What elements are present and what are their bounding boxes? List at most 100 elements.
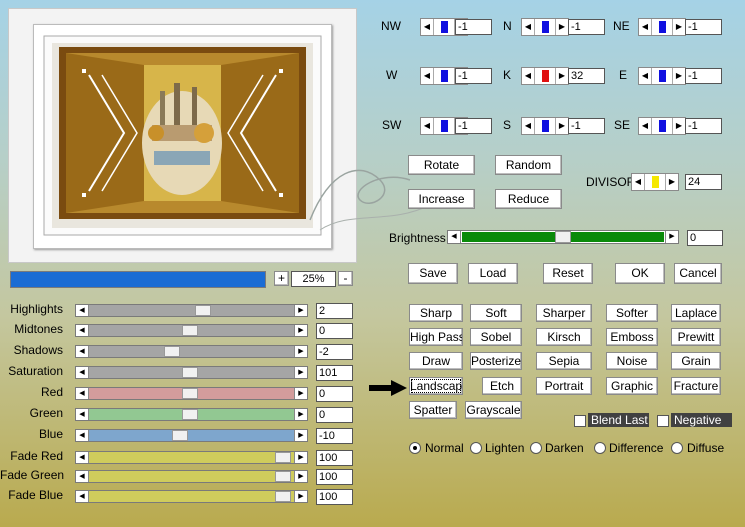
preset-kirsch-button[interactable]: Kirsch [536,328,592,346]
green-thumb[interactable] [182,409,198,420]
shadows-left-arrow-icon[interactable]: ◀ [76,346,89,357]
divisor-decrease-icon[interactable]: ◀ [632,174,645,190]
preset-noise-button[interactable]: Noise [606,352,658,370]
preset-sharper-button[interactable]: Sharper [536,304,592,322]
divisor-increase-icon[interactable]: ▶ [665,174,678,190]
increase-button[interactable]: Increase [408,189,475,209]
matrix-ne-thumb[interactable] [659,21,666,33]
brightness-right-arrow-icon[interactable]: ▶ [665,231,678,243]
negative-checkbox[interactable] [657,415,669,427]
matrix-se-thumb[interactable] [659,120,666,132]
preset-laplace-button[interactable]: Laplace [671,304,721,322]
matrix-e-field[interactable]: -1 [685,68,722,84]
preset-draw-button[interactable]: Draw [409,352,463,370]
matrix-ne-increase-icon[interactable]: ▶ [672,19,685,35]
blend-last-checkbox[interactable] [574,415,586,427]
green-field[interactable]: 0 [316,407,353,423]
fade-blue-field[interactable]: 100 [316,489,353,505]
fade-green-left-arrow-icon[interactable]: ◀ [76,471,89,482]
mode-diffuse-radio[interactable] [671,442,683,454]
red-field[interactable]: 0 [316,386,353,402]
preset-sharp-button[interactable]: Sharp [409,304,463,322]
blue-right-arrow-icon[interactable]: ▶ [294,430,307,441]
brightness-field[interactable]: 0 [687,230,723,246]
matrix-n-spinner[interactable]: ◀ ▶ [521,18,569,36]
matrix-sw-thumb[interactable] [441,120,448,132]
reduce-button[interactable]: Reduce [495,189,562,209]
fade-green-right-arrow-icon[interactable]: ▶ [294,471,307,482]
midtones-field[interactable]: 0 [316,323,353,339]
shadows-field[interactable]: -2 [316,344,353,360]
fade-blue-left-arrow-icon[interactable]: ◀ [76,491,89,502]
random-button[interactable]: Random [495,155,562,175]
preset-emboss-button[interactable]: Emboss [606,328,658,346]
matrix-w-thumb[interactable] [441,70,448,82]
matrix-se-increase-icon[interactable]: ▶ [672,118,685,134]
matrix-nw-thumb[interactable] [441,21,448,33]
ok-button[interactable]: OK [615,263,665,284]
shadows-thumb[interactable] [164,346,180,357]
shadows-right-arrow-icon[interactable]: ▶ [294,346,307,357]
preset-prewitt-button[interactable]: Prewitt [671,328,721,346]
brightness-slider[interactable]: ◀ ▶ [447,230,679,244]
fade-blue-slider[interactable]: ◀ ▶ [75,490,308,503]
blue-left-arrow-icon[interactable]: ◀ [76,430,89,441]
matrix-nw-decrease-icon[interactable]: ◀ [421,19,434,35]
mode-normal-radio[interactable] [409,442,421,454]
red-left-arrow-icon[interactable]: ◀ [76,388,89,399]
matrix-s-thumb[interactable] [542,120,549,132]
cancel-button[interactable]: Cancel [674,263,722,284]
matrix-k-thumb[interactable] [542,70,549,82]
preset-portrait-button[interactable]: Portrait [536,377,592,395]
highlights-thumb[interactable] [195,305,211,316]
matrix-ne-decrease-icon[interactable]: ◀ [639,19,652,35]
fade-blue-thumb[interactable] [275,491,291,502]
midtones-slider[interactable]: ◀ ▶ [75,324,308,337]
red-thumb[interactable] [182,388,198,399]
shadows-slider[interactable]: ◀ ▶ [75,345,308,358]
green-right-arrow-icon[interactable]: ▶ [294,409,307,420]
matrix-s-field[interactable]: -1 [568,118,605,134]
matrix-k-field[interactable]: 32 [568,68,605,84]
matrix-e-thumb[interactable] [659,70,666,82]
midtones-left-arrow-icon[interactable]: ◀ [76,325,89,336]
brightness-thumb[interactable] [555,231,571,243]
matrix-e-decrease-icon[interactable]: ◀ [639,68,652,84]
matrix-ne-field[interactable]: -1 [685,19,722,35]
preset-spatter-button[interactable]: Spatter [409,401,457,419]
matrix-se-decrease-icon[interactable]: ◀ [639,118,652,134]
mode-lighten-radio[interactable] [470,442,482,454]
divisor-field[interactable]: 24 [685,174,722,190]
red-right-arrow-icon[interactable]: ▶ [294,388,307,399]
preset-grain-button[interactable]: Grain [671,352,721,370]
midtones-thumb[interactable] [182,325,198,336]
reset-button[interactable]: Reset [543,263,593,284]
saturation-field[interactable]: 101 [316,365,353,381]
mode-difference-radio[interactable] [594,442,606,454]
saturation-left-arrow-icon[interactable]: ◀ [76,367,89,378]
matrix-s-decrease-icon[interactable]: ◀ [522,118,535,134]
matrix-sw-decrease-icon[interactable]: ◀ [421,118,434,134]
fade-green-field[interactable]: 100 [316,469,353,485]
preset-fracture-button[interactable]: Fracture [671,377,721,395]
fade-red-field[interactable]: 100 [316,450,353,466]
matrix-w-field[interactable]: -1 [455,68,492,84]
matrix-n-thumb[interactable] [542,21,549,33]
matrix-k-increase-icon[interactable]: ▶ [555,68,568,84]
matrix-sw-field[interactable]: -1 [455,118,492,134]
matrix-n-decrease-icon[interactable]: ◀ [522,19,535,35]
saturation-slider[interactable]: ◀ ▶ [75,366,308,379]
highlights-right-arrow-icon[interactable]: ▶ [294,305,307,316]
zoom-out-button[interactable]: - [338,271,353,286]
fade-blue-right-arrow-icon[interactable]: ▶ [294,491,307,502]
highlights-field[interactable]: 2 [316,303,353,319]
preset-high-pass-button[interactable]: High Pass [409,328,463,346]
matrix-s-spinner[interactable]: ◀ ▶ [521,117,569,135]
preset-grayscale-button[interactable]: Grayscale [465,401,522,419]
divisor-spinner[interactable]: ◀ ▶ [631,173,679,191]
preset-graphic-button[interactable]: Graphic [606,377,658,395]
saturation-thumb[interactable] [182,367,198,378]
blue-slider[interactable]: ◀ ▶ [75,429,308,442]
fade-red-left-arrow-icon[interactable]: ◀ [76,452,89,463]
matrix-se-spinner[interactable]: ◀ ▶ [638,117,686,135]
